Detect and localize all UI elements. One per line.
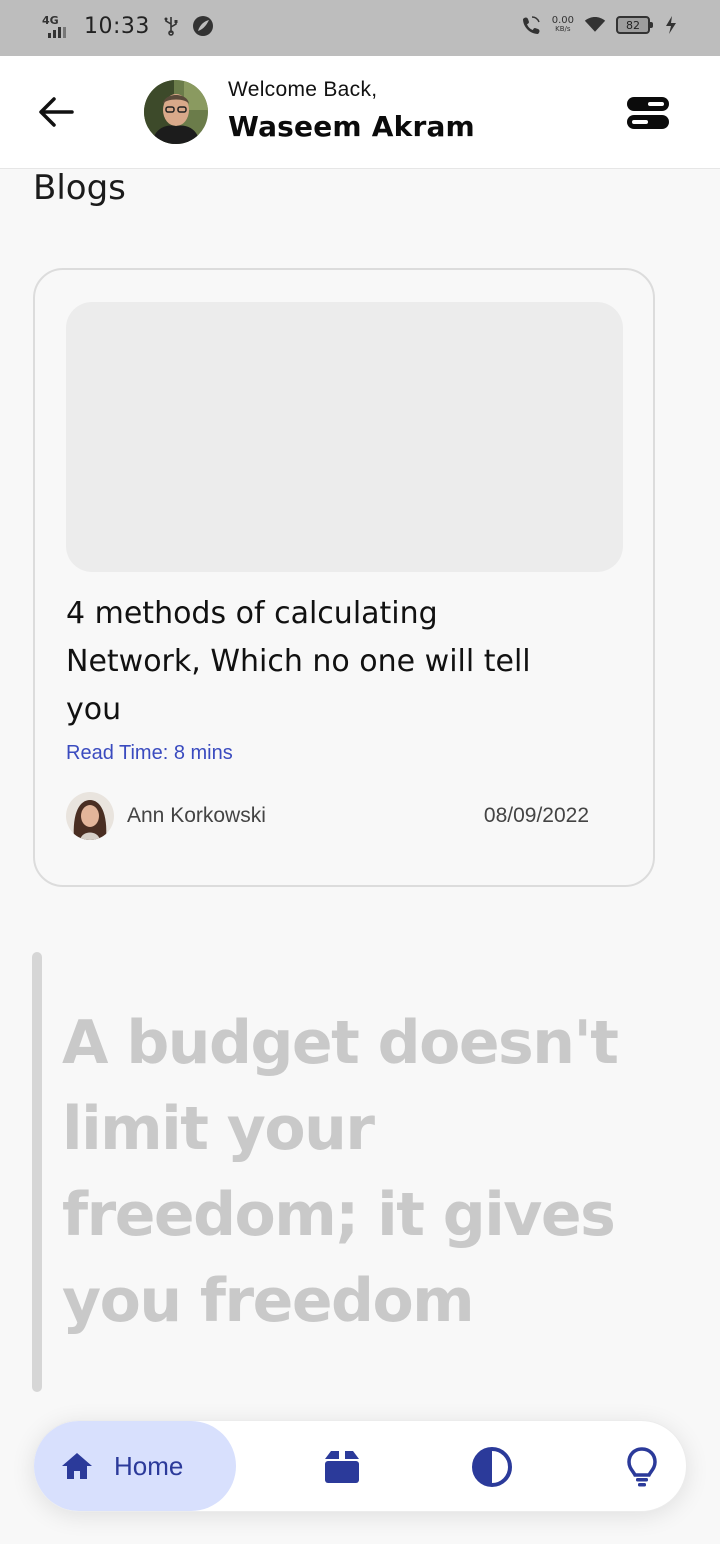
server-menu-icon xyxy=(627,97,669,129)
status-time: 10:33 xyxy=(84,13,150,39)
network-speed: 0.00 KB/s xyxy=(551,15,574,34)
quote-bar xyxy=(32,952,42,1392)
status-bar: 4G 10:33 0.00 KB/s 82 xyxy=(0,0,720,56)
contrast-icon xyxy=(472,1447,512,1487)
post-date: 08/09/2022 xyxy=(483,804,589,827)
wifi-call-icon xyxy=(520,14,542,36)
blog-title: 4 methods of calculating Network, Which … xyxy=(66,596,531,727)
nav-ideas[interactable] xyxy=(620,1445,664,1489)
menu-button[interactable] xyxy=(626,96,670,130)
network-type: 4G xyxy=(42,14,59,27)
user-name: Waseem Akram xyxy=(228,110,475,143)
blog-image-placeholder xyxy=(66,302,623,572)
usb-icon xyxy=(160,15,182,37)
read-time: Read Time: 8 mins xyxy=(66,742,233,764)
user-avatar[interactable] xyxy=(144,80,208,144)
battery-icon: 82 xyxy=(616,16,653,34)
lightbulb-icon xyxy=(627,1447,657,1487)
app-header: Welcome Back, Waseem Akram xyxy=(0,56,720,169)
nav-home[interactable]: Home xyxy=(34,1421,236,1511)
author-avatar xyxy=(66,792,114,840)
quote-text: A budget doesn't limit your freedom; it … xyxy=(62,1008,619,1336)
blog-card[interactable]: 4 methods of calculating Network, Which … xyxy=(33,268,655,887)
bottom-navigation: Home xyxy=(33,1420,687,1512)
nav-home-label: Home xyxy=(114,1450,184,1481)
signal-icon: 4G xyxy=(40,12,74,40)
leaf-app-icon xyxy=(192,15,214,37)
home-icon xyxy=(62,1453,92,1479)
charging-icon xyxy=(660,14,682,36)
wifi-icon xyxy=(584,14,606,36)
welcome-text: Welcome Back, xyxy=(228,78,378,101)
arrow-left-icon xyxy=(39,97,74,127)
status-left: 4G 10:33 xyxy=(40,12,214,40)
section-title: Blogs xyxy=(33,168,126,208)
nav-box[interactable] xyxy=(320,1445,364,1489)
status-right: 0.00 KB/s 82 xyxy=(520,14,682,36)
author-name: Ann Korkowski xyxy=(127,804,266,827)
box-icon xyxy=(325,1451,359,1483)
nav-contrast[interactable] xyxy=(470,1445,514,1489)
back-button[interactable] xyxy=(34,90,78,134)
